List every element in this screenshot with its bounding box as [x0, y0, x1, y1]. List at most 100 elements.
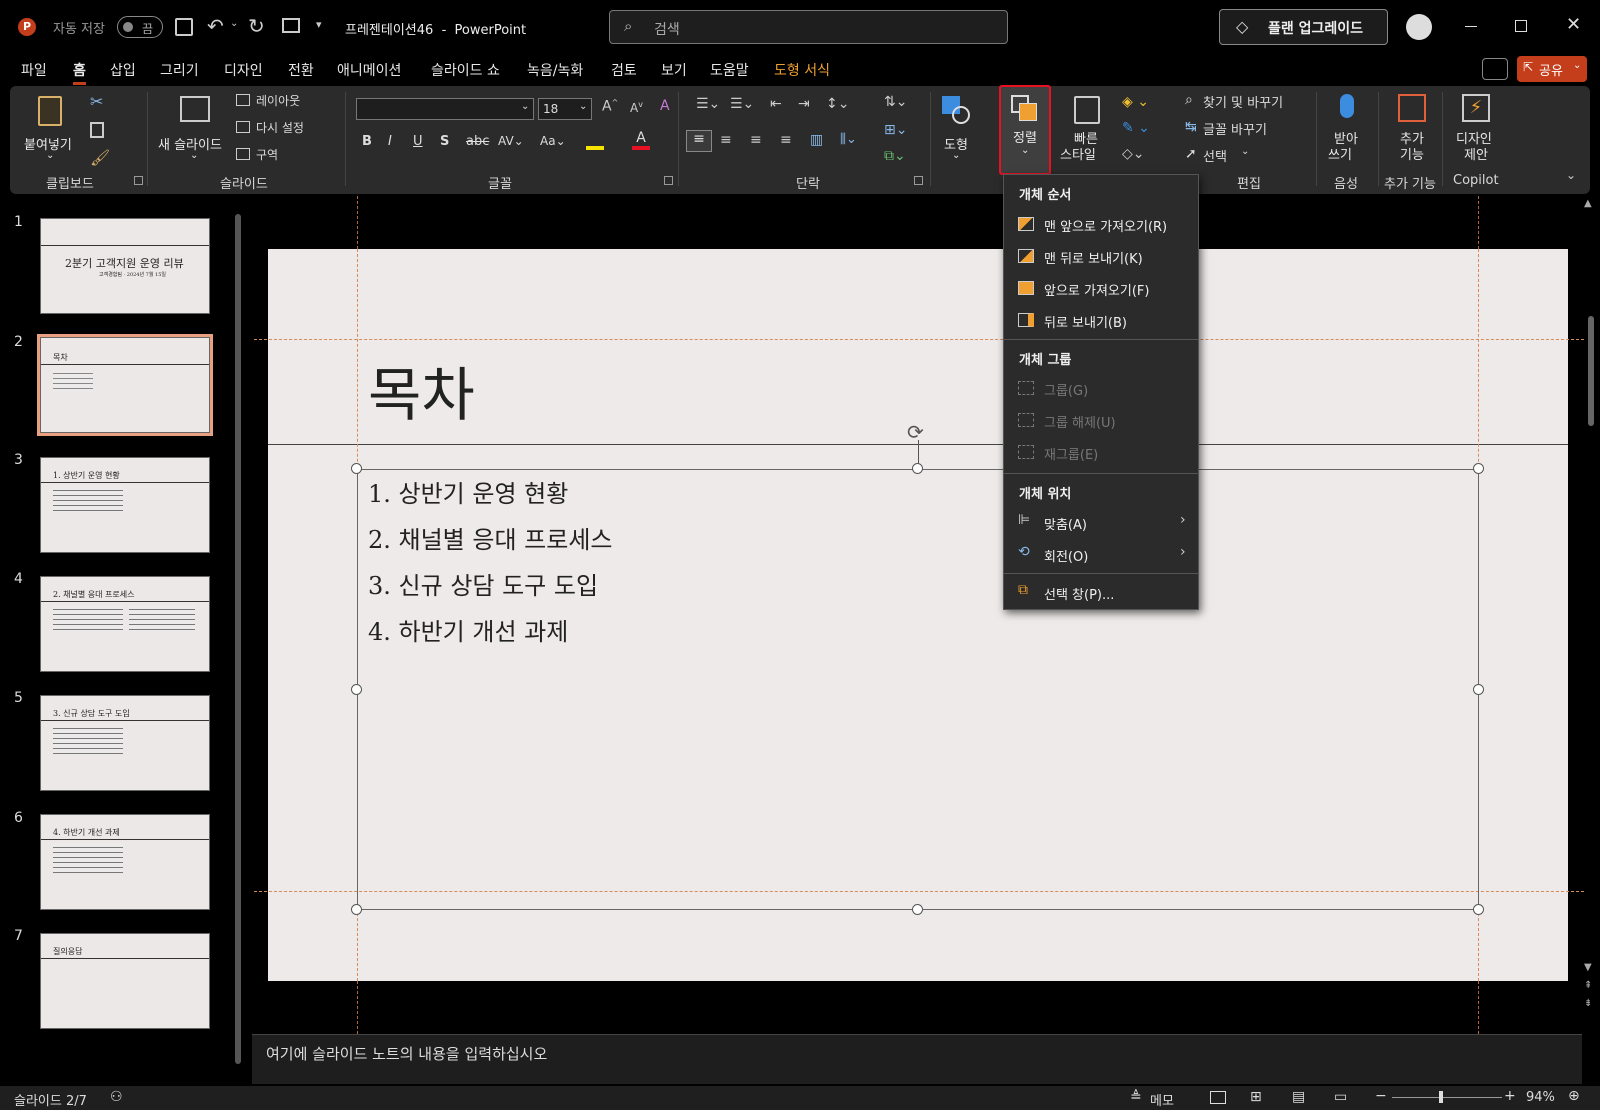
clear-format-icon[interactable]: A — [660, 98, 670, 114]
menu-item-bring-forward[interactable]: 앞으로 가져오기(F) — [1004, 273, 1198, 303]
copy-icon[interactable] — [90, 122, 104, 138]
comments-icon[interactable] — [1482, 58, 1508, 80]
slideshow-view-icon[interactable]: ▭ — [1334, 1089, 1347, 1105]
find-replace-button[interactable]: ⌕ 찾기 및 바꾸기 — [1185, 92, 1315, 112]
designer-button[interactable]: ⚡ 디자인 제안 — [1448, 92, 1504, 168]
share-button[interactable]: ⇱ 공유 ⌄ — [1517, 56, 1587, 82]
reset-button[interactable]: 다시 설정 — [236, 119, 326, 139]
slide-thumbnail[interactable]: 1. 상반기 운영 현황 — [40, 457, 210, 553]
tab-record[interactable]: 녹음/녹화 — [527, 60, 583, 80]
maximize-icon[interactable] — [1515, 20, 1527, 32]
paragraph-launcher-icon[interactable] — [914, 176, 923, 185]
zoom-slider[interactable] — [1392, 1091, 1502, 1103]
slide-sorter-icon[interactable]: ⊞ — [1250, 1089, 1262, 1105]
numbering-icon[interactable]: ☰⌄ — [730, 96, 754, 112]
clipboard-launcher-icon[interactable] — [134, 176, 143, 185]
dictate-button[interactable]: 받아 쓰기 — [1324, 92, 1374, 168]
highlight-color-icon[interactable] — [586, 132, 604, 150]
shape-outline-icon[interactable]: ✎ ⌄ — [1122, 120, 1150, 136]
increase-font-icon[interactable]: A^ — [602, 98, 618, 115]
canvas-scrollbar[interactable] — [1588, 316, 1594, 426]
thumbnail-scrollbar[interactable] — [235, 214, 241, 1064]
font-size-combobox[interactable]: 18 ⌄ — [538, 98, 592, 120]
slide-thumbnail[interactable]: 4. 하반기 개선 과제 — [40, 814, 210, 910]
cut-icon[interactable]: ✂ — [90, 92, 103, 111]
prev-slide-icon[interactable]: ⇞ — [1584, 980, 1592, 991]
menu-item-rotate[interactable]: ⟲ 회전(O) › — [1004, 539, 1198, 569]
shape-effects-icon[interactable]: ◇⌄ — [1122, 146, 1145, 162]
font-name-combobox[interactable]: ⌄ — [356, 98, 534, 120]
zoom-in-icon[interactable]: + — [1504, 1088, 1516, 1104]
decrease-indent-icon[interactable]: ⇤ — [770, 96, 782, 112]
resize-handle[interactable] — [351, 904, 362, 915]
slide-thumbnail[interactable]: 2. 채널별 응대 프로세스 — [40, 576, 210, 672]
tab-draw[interactable]: 그리기 — [160, 60, 199, 80]
quick-styles-button[interactable]: 빠른 스타일 — [1058, 92, 1114, 168]
menu-item-bring-to-front[interactable]: 맨 앞으로 가져오기(R) — [1004, 209, 1198, 239]
tab-transitions[interactable]: 전환 — [288, 60, 314, 80]
slide-thumbnail-selected[interactable]: 목차 — [37, 334, 213, 436]
tab-home[interactable]: 홈 — [73, 60, 86, 85]
replace-font-button[interactable]: ↹ 글꼴 바꾸기 — [1185, 119, 1315, 139]
resize-handle[interactable] — [351, 463, 362, 474]
tab-insert[interactable]: 삽입 — [110, 60, 136, 80]
slide-thumbnail[interactable]: 질의응답 — [40, 933, 210, 1029]
increase-indent-icon[interactable]: ⇥ — [798, 96, 810, 112]
italic-icon[interactable]: I — [388, 134, 392, 149]
text-direction-icon[interactable]: ⇅⌄ — [884, 94, 907, 110]
accessibility-icon[interactable]: ⚇ — [110, 1089, 123, 1105]
zoom-slider-thumb[interactable] — [1439, 1091, 1443, 1103]
search-box[interactable]: ⌕ 검색 — [609, 10, 1008, 44]
line-spacing-icon[interactable]: ↕⌄ — [826, 96, 849, 112]
font-color-icon[interactable]: A — [632, 130, 650, 150]
align-center-icon[interactable]: ≡ — [720, 132, 732, 148]
font-launcher-icon[interactable] — [664, 176, 673, 185]
resize-handle[interactable] — [351, 684, 362, 695]
format-painter-icon[interactable]: 🖌 — [90, 148, 110, 167]
present-icon[interactable] — [282, 18, 300, 33]
zoom-level[interactable]: 94% — [1526, 1090, 1555, 1105]
shadow-icon[interactable]: S — [440, 134, 449, 149]
change-case-icon[interactable]: Aa⌄ — [540, 134, 566, 148]
plan-upgrade-button[interactable]: ◇ 플랜 업그레이드 — [1219, 9, 1388, 45]
paste-button[interactable]: 붙여넣기 ⌄ — [22, 92, 78, 168]
collapse-ribbon-icon[interactable]: ⌄ — [1566, 168, 1576, 182]
zoom-out-icon[interactable]: − — [1375, 1088, 1387, 1104]
slide-thumbnail[interactable]: 2분기 고객지원 운영 리뷰 고객경험팀 · 2024년 7월 15일 — [40, 218, 210, 314]
columns-icon[interactable]: ▥ — [810, 132, 823, 148]
resize-handle[interactable] — [1473, 463, 1484, 474]
strikethrough-icon[interactable]: abc — [466, 134, 489, 149]
notes-toggle-icon[interactable]: ≜ — [1130, 1089, 1142, 1105]
menu-item-align[interactable]: ⊫ 맞춤(A) › — [1004, 507, 1198, 537]
undo-dropdown-icon[interactable]: ⌄ — [230, 18, 238, 29]
account-avatar-icon[interactable] — [1406, 14, 1432, 40]
autosave-toggle[interactable]: 끔 — [117, 16, 163, 38]
align-left-icon[interactable]: ≡ — [686, 130, 712, 152]
underline-icon[interactable]: U — [413, 134, 423, 149]
section-button[interactable]: 구역 — [236, 146, 326, 166]
shape-fill-icon[interactable]: ◈ ⌄ — [1122, 94, 1149, 110]
addins-button[interactable]: 추가 기능 — [1386, 92, 1438, 168]
bold-icon[interactable]: B — [362, 134, 372, 149]
save-icon[interactable] — [175, 18, 193, 36]
tab-design[interactable]: 디자인 — [224, 60, 263, 80]
minimize-icon[interactable] — [1465, 26, 1477, 27]
resize-handle[interactable] — [1473, 904, 1484, 915]
decrease-font-icon[interactable]: Av — [630, 100, 643, 115]
customize-qat-icon[interactable]: ▾ — [316, 18, 322, 31]
tab-view[interactable]: 보기 — [661, 60, 687, 80]
fit-slide-icon[interactable]: ⊕ — [1568, 1088, 1580, 1104]
smartart-icon[interactable]: ⧉⌄ — [884, 148, 906, 164]
menu-item-selection-pane[interactable]: ⧉ 선택 창(P)... — [1004, 577, 1198, 607]
bullets-icon[interactable]: ☰⌄ — [696, 96, 720, 112]
tab-help[interactable]: 도움말 — [710, 60, 749, 80]
align-text-icon[interactable]: ⫼⌄ — [840, 132, 857, 147]
menu-item-send-to-back[interactable]: 맨 뒤로 보내기(K) — [1004, 241, 1198, 271]
resize-handle[interactable] — [912, 904, 923, 915]
tab-slideshow[interactable]: 슬라이드 쇼 — [431, 60, 500, 80]
char-spacing-icon[interactable]: AV⌄ — [498, 134, 524, 148]
align-right-icon[interactable]: ≡ — [750, 132, 762, 148]
undo-icon[interactable]: ↶ — [207, 14, 224, 38]
notes-pane[interactable]: 여기에 슬라이드 노트의 내용을 입력하십시오 — [252, 1034, 1582, 1084]
arrange-button[interactable]: 정렬 ⌄ — [999, 85, 1051, 175]
